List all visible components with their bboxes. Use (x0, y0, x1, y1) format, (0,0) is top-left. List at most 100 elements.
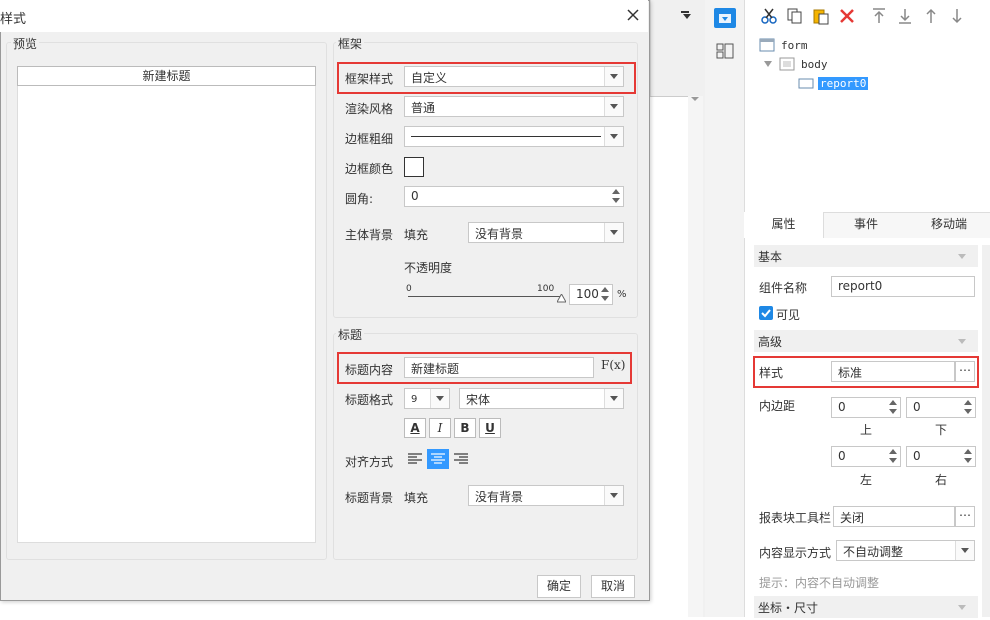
underline-button[interactable]: U (479, 418, 501, 438)
layout-icon[interactable] (716, 42, 734, 63)
border-width-label: 边框粗细 (345, 132, 394, 146)
chevron-down-icon (955, 541, 974, 560)
spinner-icon[interactable] (886, 447, 900, 466)
opacity-min: 0 (406, 284, 412, 294)
chevron-down-icon (604, 97, 623, 116)
bold-button[interactable]: B (454, 418, 476, 438)
align-left-icon[interactable] (404, 449, 426, 469)
section-coord-size[interactable]: 坐标・尺寸 (754, 596, 978, 618)
component-tree-icon[interactable] (714, 8, 736, 28)
toolbar-more-button[interactable]: ⋯ (955, 506, 975, 527)
opacity-input[interactable]: 100 (569, 284, 613, 305)
title-group-label: 标题 (336, 326, 365, 343)
italic-button[interactable]: I (429, 418, 451, 438)
canvas-scrollbar[interactable] (688, 96, 703, 617)
cut-icon[interactable] (760, 7, 778, 28)
chevron-down-icon (604, 223, 623, 242)
font-color-button[interactable]: A (404, 418, 426, 438)
move-up-icon[interactable] (923, 7, 939, 28)
cancel-button[interactable]: 取消 (591, 575, 635, 598)
border-width-select[interactable] (404, 126, 624, 147)
title-bg-label: 标题背景 (345, 491, 394, 505)
padding-right-input[interactable]: 0 (906, 446, 976, 467)
opacity-unit: % (617, 289, 627, 300)
render-style-select[interactable]: 普通 (404, 96, 624, 117)
tree-node-report0[interactable]: report0 (798, 75, 869, 91)
radius-label: 圆角: (345, 192, 374, 206)
spinner-icon[interactable] (609, 187, 623, 206)
component-name-label: 组件名称 (759, 281, 808, 295)
display-mode-label: 内容显示方式 (759, 546, 832, 560)
font-name-select[interactable]: 宋体 (459, 388, 624, 409)
spinner-icon[interactable] (598, 285, 612, 304)
collapse-icon[interactable] (763, 59, 773, 69)
title-fill-label: 填充 (404, 491, 429, 505)
body-fill-label: 填充 (404, 228, 429, 242)
title-content-label: 标题内容 (345, 363, 394, 377)
spinner-icon[interactable] (961, 447, 975, 466)
chevron-down-icon (604, 67, 623, 86)
body-bg-select[interactable]: 没有背景 (468, 222, 624, 243)
font-size-select[interactable]: 9 (404, 388, 450, 409)
tree-node-form[interactable]: form (759, 37, 808, 53)
preview-label: 预览 (11, 35, 40, 52)
visible-checkbox[interactable] (759, 306, 773, 320)
hint-text: 提示：内容不自动调整 (759, 576, 880, 590)
body-icon (779, 57, 795, 71)
move-bottom-icon[interactable] (897, 7, 913, 28)
display-mode-select[interactable]: 不自动调整 (836, 540, 975, 561)
ok-button[interactable]: 确定 (537, 575, 581, 598)
bottom-label: 下 (935, 423, 948, 437)
spinner-icon[interactable] (886, 398, 900, 417)
padding-bottom-input[interactable]: 0 (906, 397, 976, 418)
toolbar-input[interactable]: 关闭 (833, 506, 955, 527)
delete-icon[interactable] (838, 7, 856, 28)
align-center-icon[interactable] (427, 449, 449, 469)
move-down-icon[interactable] (949, 7, 965, 28)
dropdown-arrow-icon[interactable] (681, 10, 693, 24)
tab-mobile[interactable]: 移动端 (908, 212, 990, 238)
opacity-label: 不透明度 (404, 261, 453, 275)
style-more-button[interactable]: ⋯ (955, 361, 975, 382)
copy-icon[interactable] (786, 7, 804, 28)
dialog-titlebar (0, 0, 648, 32)
title-format-label: 标题格式 (345, 393, 394, 407)
line-sample (411, 136, 601, 137)
toolbar-label: 报表块工具栏 (759, 511, 832, 525)
paste-icon[interactable] (812, 7, 830, 28)
component-name-input[interactable]: report0 (831, 276, 975, 297)
style-input[interactable]: 标准 (831, 361, 955, 382)
tree-node-body[interactable]: body (763, 56, 828, 72)
form-icon (759, 38, 775, 52)
padding-label: 内边距 (759, 399, 796, 413)
border-color-swatch[interactable] (404, 157, 424, 177)
tab-events[interactable]: 事件 (824, 212, 908, 238)
chevron-down-icon (604, 389, 623, 408)
right-label: 右 (935, 473, 948, 487)
spinner-icon[interactable] (961, 398, 975, 417)
opacity-slider-track[interactable] (408, 296, 563, 297)
align-right-icon[interactable] (450, 449, 472, 469)
section-advanced[interactable]: 高级 (754, 330, 978, 352)
formula-button[interactable]: F(x) (601, 358, 625, 372)
opacity-slider-thumb[interactable] (556, 292, 567, 306)
chevron-down-icon (604, 486, 623, 505)
padding-top-input[interactable]: 0 (831, 397, 901, 418)
tab-properties[interactable]: 属性 (744, 212, 824, 238)
body-bg-label: 主体背景 (345, 228, 394, 242)
frame-style-select[interactable]: 自定义 (404, 66, 624, 87)
move-top-icon[interactable] (871, 7, 887, 28)
left-label: 左 (860, 473, 873, 487)
section-basic[interactable]: 基本 (754, 245, 978, 267)
panel-scrollbar[interactable] (982, 245, 990, 617)
title-content-input[interactable]: 新建标题 (404, 357, 594, 378)
chevron-down-icon (604, 127, 623, 146)
close-icon[interactable] (626, 8, 640, 25)
opacity-max: 100 (537, 284, 555, 294)
report-icon (798, 78, 814, 89)
preview-canvas (17, 66, 316, 543)
radius-input[interactable]: 0 (404, 186, 624, 207)
padding-left-input[interactable]: 0 (831, 446, 901, 467)
title-bg-select[interactable]: 没有背景 (468, 485, 624, 506)
style-label: 样式 (759, 366, 784, 380)
